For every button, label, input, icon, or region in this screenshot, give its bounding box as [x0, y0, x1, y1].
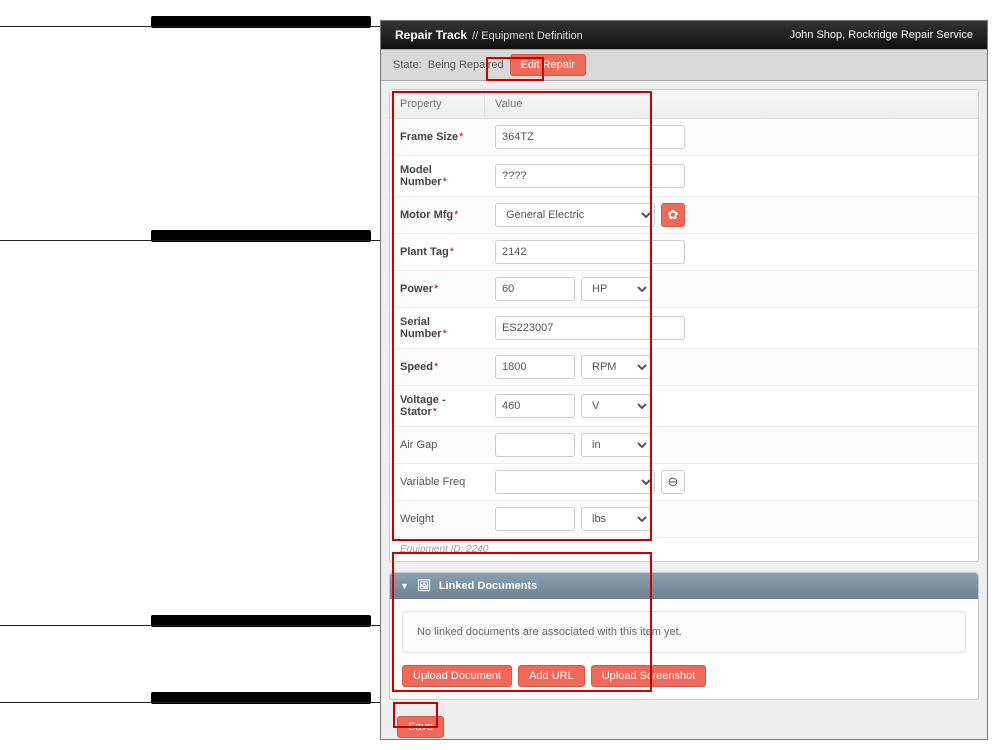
row-plant-tag: Plant Tag*	[390, 234, 978, 271]
image-icon: 🖼	[417, 579, 431, 592]
user-label: John Shop, Rockridge Repair Service	[790, 29, 973, 41]
add-url-button[interactable]: Add URL	[518, 665, 585, 687]
leader-line	[0, 625, 380, 626]
variable-freq-select[interactable]	[495, 470, 655, 494]
state-label: State:	[393, 59, 422, 71]
speed-unit-select[interactable]: RPM	[581, 355, 651, 379]
leader-line	[0, 702, 380, 703]
app-window: Repair Track // Equipment Definition Joh…	[380, 20, 988, 740]
properties-table: Property Value Frame Size* Model Number*…	[389, 89, 979, 562]
state-toolbar: State: Being Repaired Edit Repair	[381, 49, 987, 81]
plant-tag-input[interactable]	[495, 240, 685, 264]
row-power: Power* HP	[390, 271, 978, 308]
col-property: Property	[390, 90, 485, 118]
row-frame-size: Frame Size*	[390, 119, 978, 156]
voltage-unit-select[interactable]: V	[581, 394, 651, 418]
minus-icon[interactable]: ⊖	[661, 470, 685, 494]
panel-title: Linked Documents	[439, 580, 537, 592]
power-input[interactable]	[495, 277, 575, 301]
leader-line	[0, 240, 380, 241]
air-gap-unit-select[interactable]: in	[581, 433, 651, 457]
chevron-down-icon: ▼	[400, 581, 409, 591]
docs-empty-message: No linked documents are associated with …	[402, 611, 966, 653]
table-header: Property Value	[390, 90, 978, 119]
power-unit-select[interactable]: HP	[581, 277, 651, 301]
row-voltage-stator: Voltage - Stator* V	[390, 386, 978, 427]
row-model-number: Model Number*	[390, 156, 978, 197]
state-value: Being Repaired	[428, 59, 504, 71]
app-title: Repair Track	[395, 28, 467, 42]
speed-input[interactable]	[495, 355, 575, 379]
air-gap-input[interactable]	[495, 433, 575, 457]
motor-mfg-select[interactable]: General Electric	[495, 203, 655, 227]
serial-number-input[interactable]	[495, 316, 685, 340]
app-header: Repair Track // Equipment Definition Joh…	[381, 21, 987, 49]
leader-line	[0, 26, 380, 27]
weight-input[interactable]	[495, 507, 575, 531]
row-variable-freq: Variable Freq ⊖	[390, 464, 978, 501]
row-weight: Weight lbs	[390, 501, 978, 538]
voltage-input[interactable]	[495, 394, 575, 418]
panel-header[interactable]: ▼ 🖼 Linked Documents	[390, 573, 978, 599]
content-scroll[interactable]: Property Value Frame Size* Model Number*…	[381, 81, 987, 739]
weight-unit-select[interactable]: lbs	[581, 507, 651, 531]
upload-screenshot-button[interactable]: Upload Screenshot	[591, 665, 707, 687]
breadcrumb: // Equipment Definition	[472, 30, 583, 42]
edit-repair-button[interactable]: Edit Repair	[510, 54, 586, 76]
linked-documents-panel: ▼ 🖼 Linked Documents No linked documents…	[389, 572, 979, 700]
row-motor-mfg: Motor Mfg* General Electric ✿	[390, 197, 978, 234]
col-value: Value	[485, 90, 978, 118]
gear-icon[interactable]: ✿	[661, 203, 685, 227]
model-number-input[interactable]	[495, 164, 685, 188]
upload-document-button[interactable]: Upload Document	[402, 665, 512, 687]
row-serial-number: Serial Number*	[390, 308, 978, 349]
equipment-id: Equipment ID: 2240	[390, 538, 978, 561]
frame-size-input[interactable]	[495, 125, 685, 149]
save-button[interactable]: Save	[397, 716, 444, 738]
row-speed: Speed* RPM	[390, 349, 978, 386]
row-air-gap: Air Gap in	[390, 427, 978, 464]
